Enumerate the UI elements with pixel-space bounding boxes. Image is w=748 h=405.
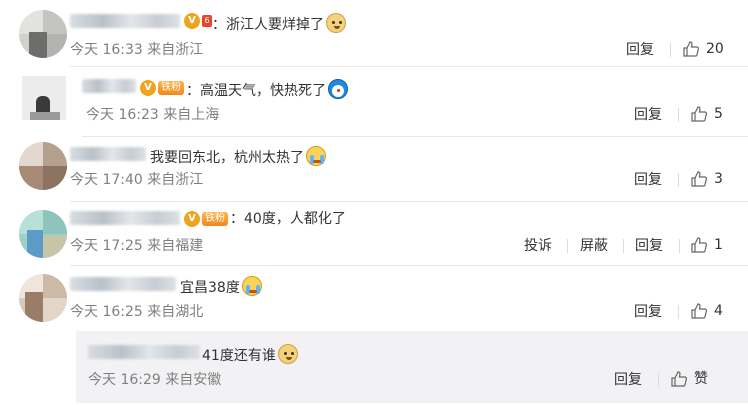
like-button[interactable]: 5: [690, 105, 723, 123]
doraemon-icon: [328, 79, 348, 99]
comment-text: 我要回东北，杭州太热了: [150, 146, 326, 167]
avatar[interactable]: [19, 274, 67, 322]
sub-reply-text-content: 41度还有谁: [202, 348, 276, 364]
user-badges: V 铁粉: [184, 210, 228, 228]
reply-button[interactable]: 回复: [634, 171, 662, 189]
action-divider: [670, 43, 671, 57]
action-divider: [678, 173, 679, 187]
time-text: 今天 17:40: [70, 172, 143, 188]
time-text: 今天 16:23: [86, 107, 159, 123]
sub-reply-text: 41度还有谁: [202, 344, 298, 365]
comment-item: 我要回东北，杭州太热了 今天 17:40 来自浙江 回复 3: [0, 137, 748, 201]
report-button[interactable]: 投诉: [524, 237, 552, 255]
action-divider: [567, 239, 568, 253]
location-text: 来自湖北: [147, 304, 204, 320]
action-divider: [658, 373, 659, 387]
thumbs-up-icon: [683, 41, 700, 57]
comment-time: 今天 17:40 来自浙江: [70, 171, 203, 189]
username-blurred[interactable]: [70, 147, 146, 161]
vip-icon: V: [184, 13, 200, 29]
comment-text: ：浙江人要烊掉了: [212, 13, 346, 34]
vip-icon: V: [140, 80, 156, 96]
comment-item: V 6 ：浙江人要烊掉了 今天 16:33 来自浙江 回复 20: [0, 0, 748, 66]
comment-time: 今天 16:25 来自湖北: [70, 303, 203, 321]
location-text: 来自浙江: [147, 42, 204, 58]
action-divider: [678, 108, 679, 122]
comment-item: V 铁粉 ：40度，人都化了 今天 17:25 来自福建 投诉 屏蔽 回复 1: [0, 202, 748, 266]
like-button[interactable]: 4: [690, 302, 723, 320]
location-text: 来自浙江: [147, 172, 204, 188]
thumbs-up-icon: [691, 303, 708, 319]
doge-icon: [326, 13, 346, 33]
thumbs-up-icon: [691, 171, 708, 187]
comment-text-content: ：高温天气，快热死了: [186, 83, 326, 99]
user-badges: V 铁粉: [140, 79, 184, 97]
like-count: 3: [714, 171, 723, 187]
doge-icon: [277, 344, 298, 364]
reply-button[interactable]: 回复: [635, 237, 663, 255]
reply-button[interactable]: 回复: [634, 303, 662, 321]
time-text: 今天 16:25: [70, 304, 143, 320]
comment-time: 今天 17:25 来自福建: [70, 237, 203, 255]
sub-reply: 41度还有谁 今天 16:29 来自安徽 回复 赞: [76, 331, 748, 403]
username-blurred[interactable]: [70, 277, 176, 291]
like-count: 20: [706, 41, 724, 57]
like-count: 1: [714, 237, 723, 253]
username-blurred[interactable]: [70, 211, 180, 225]
username-blurred[interactable]: [88, 345, 200, 359]
location-text: 来自福建: [147, 238, 204, 254]
time-text: 今天 17:25: [70, 238, 143, 254]
comment-text-content: 我要回东北，杭州太热了: [150, 150, 304, 166]
reply-button[interactable]: 回复: [614, 371, 642, 389]
reply-button[interactable]: 回复: [626, 41, 654, 59]
comment-item: V 铁粉 ：高温天气，快热死了 今天 16:23 来自上海 回复 5: [0, 67, 748, 137]
username-blurred[interactable]: [82, 79, 136, 93]
time-text: 今天 16:33: [70, 42, 143, 58]
action-divider: [623, 239, 624, 253]
user-badges: V 6: [184, 12, 212, 30]
comment-time: 今天 16:23 来自上海: [86, 106, 219, 124]
time-text: 今天 16:29: [88, 372, 161, 388]
comment-time: 今天 16:33 来自浙江: [70, 41, 203, 59]
location-text: 来自上海: [163, 107, 220, 123]
sub-reply-time: 今天 16:29 来自安徽: [88, 371, 221, 389]
comment-item: 宜昌38度 今天 16:25 来自湖北 回复 4: [0, 266, 748, 330]
like-button[interactable]: 赞: [670, 370, 708, 388]
comment-text-content: 宜昌38度: [180, 280, 240, 296]
thumbs-up-icon: [691, 237, 708, 253]
comment-text: ：40度，人都化了: [230, 210, 346, 228]
action-divider: [679, 239, 680, 253]
vip-icon: V: [184, 211, 200, 227]
like-button[interactable]: 3: [690, 170, 723, 188]
location-text: 来自安徽: [165, 372, 222, 388]
crying-icon: [306, 146, 326, 166]
username-blurred[interactable]: [70, 14, 180, 28]
fan-badge: 铁粉: [202, 212, 228, 226]
like-label: 赞: [694, 371, 708, 387]
action-divider: [678, 305, 679, 319]
fan-badge: 铁粉: [158, 81, 184, 95]
like-count: 4: [714, 303, 723, 319]
level-icon: 6: [202, 15, 212, 27]
crying-icon: [241, 276, 262, 296]
like-button[interactable]: 20: [682, 40, 724, 58]
like-button[interactable]: 1: [690, 236, 723, 254]
thumbs-up-icon: [671, 371, 688, 387]
avatar[interactable]: [19, 210, 67, 258]
avatar[interactable]: [19, 10, 67, 58]
reply-button[interactable]: 回复: [634, 106, 662, 124]
like-count: 5: [714, 106, 723, 122]
thumbs-up-icon: [691, 106, 708, 122]
comment-text-content: ：浙江人要烊掉了: [212, 17, 324, 33]
avatar[interactable]: [22, 76, 66, 120]
block-button[interactable]: 屏蔽: [580, 237, 608, 255]
comment-text-content: ：40度，人都化了: [230, 211, 346, 227]
comment-text: ：高温天气，快热死了: [186, 79, 348, 100]
comment-text: 宜昌38度: [180, 276, 262, 297]
avatar[interactable]: [19, 142, 67, 190]
